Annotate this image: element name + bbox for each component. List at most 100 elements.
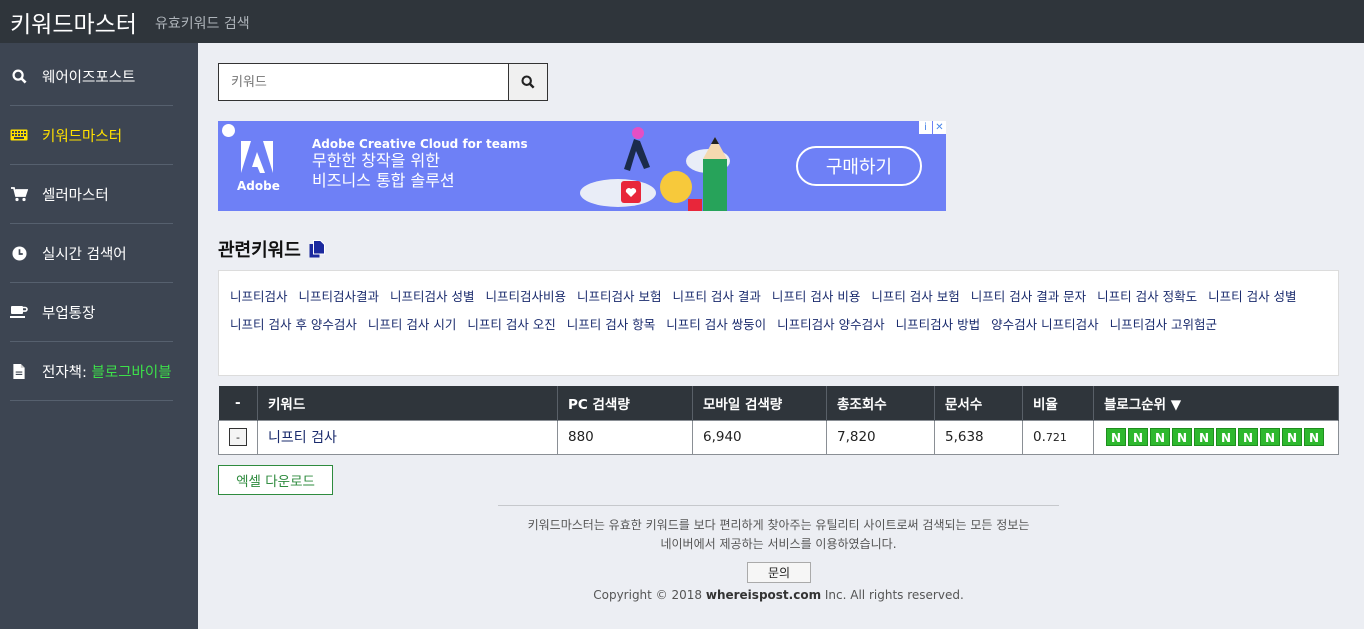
- related-keyword-link[interactable]: 니프티 검사 정확도: [1097, 289, 1197, 304]
- related-keyword-link[interactable]: 니프티검사 성별: [390, 289, 474, 304]
- related-keyword-link[interactable]: 니프티 검사 결과: [672, 289, 760, 304]
- related-keyword-link[interactable]: 니프티 검사 성별: [1208, 289, 1296, 304]
- related-keyword-link[interactable]: 니프티검사 고위험군: [1110, 317, 1217, 332]
- related-keyword-link[interactable]: 니프티 검사 시기: [368, 317, 456, 332]
- related-keyword-link[interactable]: 니프티 검사 보험: [871, 289, 959, 304]
- related-keywords-heading: 관련키워드: [218, 236, 325, 262]
- sidebar: 웨어이즈포스트 키워드마스터 셀러마스터 실시간 검색어 부업통장 전자책: 블…: [0, 43, 198, 629]
- ebook-title: 블로그바이블: [91, 364, 172, 381]
- ad-banner[interactable]: Adobe Adobe Creative Cloud for teams 무한한…: [218, 121, 946, 211]
- ad-info-icon[interactable]: i: [919, 121, 932, 134]
- header-subtitle: 유효키워드 검색: [154, 16, 250, 32]
- sidebar-item-label: 셀러마스터: [42, 187, 109, 204]
- coffee-icon: [10, 303, 28, 321]
- sidebar-item-keywordmaster[interactable]: 키워드마스터: [10, 106, 173, 165]
- ad-copy: Adobe Creative Cloud for teams 무한한 창작을 위…: [312, 137, 528, 191]
- sidebar-item-realtime[interactable]: 실시간 검색어: [10, 224, 173, 283]
- search-button[interactable]: [508, 63, 548, 101]
- search-input[interactable]: [218, 63, 508, 101]
- blog-rank-badge[interactable]: N: [1238, 428, 1258, 446]
- cart-icon: [10, 185, 28, 203]
- search-icon: [10, 67, 28, 85]
- related-keyword-link[interactable]: 니프티검사 보험: [577, 289, 661, 304]
- ad-headline: Adobe Creative Cloud for teams: [312, 137, 528, 151]
- blog-rank-badge[interactable]: N: [1260, 428, 1280, 446]
- file-icon: [10, 362, 28, 380]
- copyright: Copyright © 2018 whereispost.com Inc. Al…: [498, 588, 1059, 602]
- copyright-post: Inc. All rights reserved.: [821, 588, 964, 602]
- related-keyword-link[interactable]: 니프티검사: [230, 289, 288, 304]
- row-remove-cell: -: [218, 419, 258, 455]
- sidebar-item-label: 웨어이즈포스트: [42, 69, 136, 86]
- clock-icon: [10, 244, 28, 262]
- col-header-keyword[interactable]: 키워드: [257, 386, 558, 420]
- ratio-sub: 721: [1045, 431, 1067, 444]
- related-keyword-link[interactable]: 니프티 검사 결과 문자: [971, 289, 1086, 304]
- ad-brand: Adobe: [237, 179, 280, 193]
- pc-volume-cell: 880: [557, 419, 693, 455]
- sidebar-item-sellermaster[interactable]: 셀러마스터: [10, 165, 173, 224]
- related-keyword-link[interactable]: 양수검사 니프티검사: [991, 317, 1098, 332]
- col-header-minus: -: [218, 386, 258, 420]
- copyright-site[interactable]: whereispost.com: [706, 588, 821, 602]
- footer-line-2: 네이버에서 제공하는 서비스를 이용하였습니다.: [660, 537, 897, 551]
- blog-rank-badge[interactable]: N: [1216, 428, 1236, 446]
- col-header-mobile[interactable]: 모바일 검색량: [692, 386, 827, 420]
- top-bar: 키워드마스터 유효키워드 검색: [0, 0, 1364, 43]
- related-keyword-link[interactable]: 니프티 검사 비용: [772, 289, 860, 304]
- related-keyword-link[interactable]: 니프티검사 양수검사: [777, 317, 884, 332]
- col-header-blog-rank[interactable]: 블로그순위 ▼: [1093, 386, 1339, 420]
- ad-privacy-icon[interactable]: [222, 124, 235, 137]
- related-keyword-link[interactable]: 니프티 검사 오진: [467, 317, 555, 332]
- search-bar: [218, 63, 548, 101]
- sidebar-item-ebook[interactable]: 전자책: 블로그바이블: [10, 342, 173, 401]
- blog-rank-badge[interactable]: N: [1282, 428, 1302, 446]
- related-keyword-link[interactable]: 니프티검사 방법: [896, 317, 980, 332]
- main-content: Adobe Adobe Creative Cloud for teams 무한한…: [198, 43, 1364, 629]
- ad-controls: i ✕: [918, 121, 946, 134]
- col-header-pc[interactable]: PC 검색량: [557, 386, 693, 420]
- related-keyword-link[interactable]: 니프티 검사 쌍둥이: [666, 317, 766, 332]
- blog-rank-badge[interactable]: N: [1172, 428, 1192, 446]
- total-views-cell: 7,820: [826, 419, 935, 455]
- copy-icon[interactable]: [309, 240, 325, 258]
- col-header-total[interactable]: 총조회수: [826, 386, 935, 420]
- ad-close-icon[interactable]: ✕: [933, 121, 946, 134]
- ad-line-1: 무한한 창작을 위한: [312, 151, 440, 170]
- related-keyword-link[interactable]: 니프티검사비용: [485, 289, 566, 304]
- footer-divider: [498, 505, 1059, 506]
- footer-notice: 키워드마스터는 유효한 키워드를 보다 편리하게 찾아주는 유틸리티 사이트로써…: [498, 516, 1059, 554]
- remove-row-button[interactable]: -: [229, 428, 247, 446]
- sidebar-item-label: 실시간 검색어: [42, 246, 127, 263]
- blog-rank-badge[interactable]: N: [1150, 428, 1170, 446]
- col-header-ratio[interactable]: 비율: [1022, 386, 1094, 420]
- adobe-logo: Adobe: [237, 139, 280, 193]
- blog-rank-badge[interactable]: N: [1304, 428, 1324, 446]
- col-header-docs[interactable]: 문서수: [934, 386, 1023, 420]
- sidebar-item-whereispost[interactable]: 웨어이즈포스트: [10, 47, 173, 106]
- ad-illustration: [580, 127, 730, 211]
- sidebar-item-label: 전자책: 블로그바이블: [42, 361, 172, 382]
- ratio-cell: 0.721: [1022, 419, 1094, 455]
- search-icon: [521, 75, 535, 89]
- keyword-table: - 키워드 PC 검색량 모바일 검색량 총조회수 문서수 비율 블로그순위 ▼…: [218, 386, 1339, 455]
- related-keyword-link[interactable]: 니프티검사결과: [299, 289, 380, 304]
- blog-rank-badge[interactable]: N: [1128, 428, 1148, 446]
- brand-logo[interactable]: 키워드마스터: [10, 5, 137, 39]
- keyword-link[interactable]: 니프티 검사: [268, 430, 337, 446]
- sidebar-item-label: 키워드마스터: [42, 128, 123, 145]
- sidebar-item-sidejob[interactable]: 부업통장: [10, 283, 173, 342]
- contact-button[interactable]: 문의: [747, 562, 811, 583]
- ad-cta-button[interactable]: 구매하기: [796, 146, 922, 186]
- related-keywords-title: 관련키워드: [218, 240, 301, 261]
- blog-rank-badge[interactable]: N: [1106, 428, 1126, 446]
- excel-download-button[interactable]: 엑셀 다운로드: [218, 465, 333, 495]
- related-keyword-link[interactable]: 니프티 검사 후 양수검사: [230, 317, 357, 332]
- related-keyword-link[interactable]: 니프티 검사 항목: [567, 317, 655, 332]
- table-row: - 니프티 검사 880 6,940 7,820 5,638 0.721 NNN…: [218, 419, 1339, 455]
- blog-rank-cell: NNNNNNNNNN: [1093, 419, 1339, 455]
- table-header-row: - 키워드 PC 검색량 모바일 검색량 총조회수 문서수 비율 블로그순위 ▼: [218, 386, 1339, 420]
- copyright-pre: Copyright © 2018: [593, 588, 706, 602]
- related-keywords-list: 니프티검사 니프티검사결과 니프티검사 성별 니프티검사비용 니프티검사 보험 …: [218, 270, 1339, 376]
- blog-rank-badge[interactable]: N: [1194, 428, 1214, 446]
